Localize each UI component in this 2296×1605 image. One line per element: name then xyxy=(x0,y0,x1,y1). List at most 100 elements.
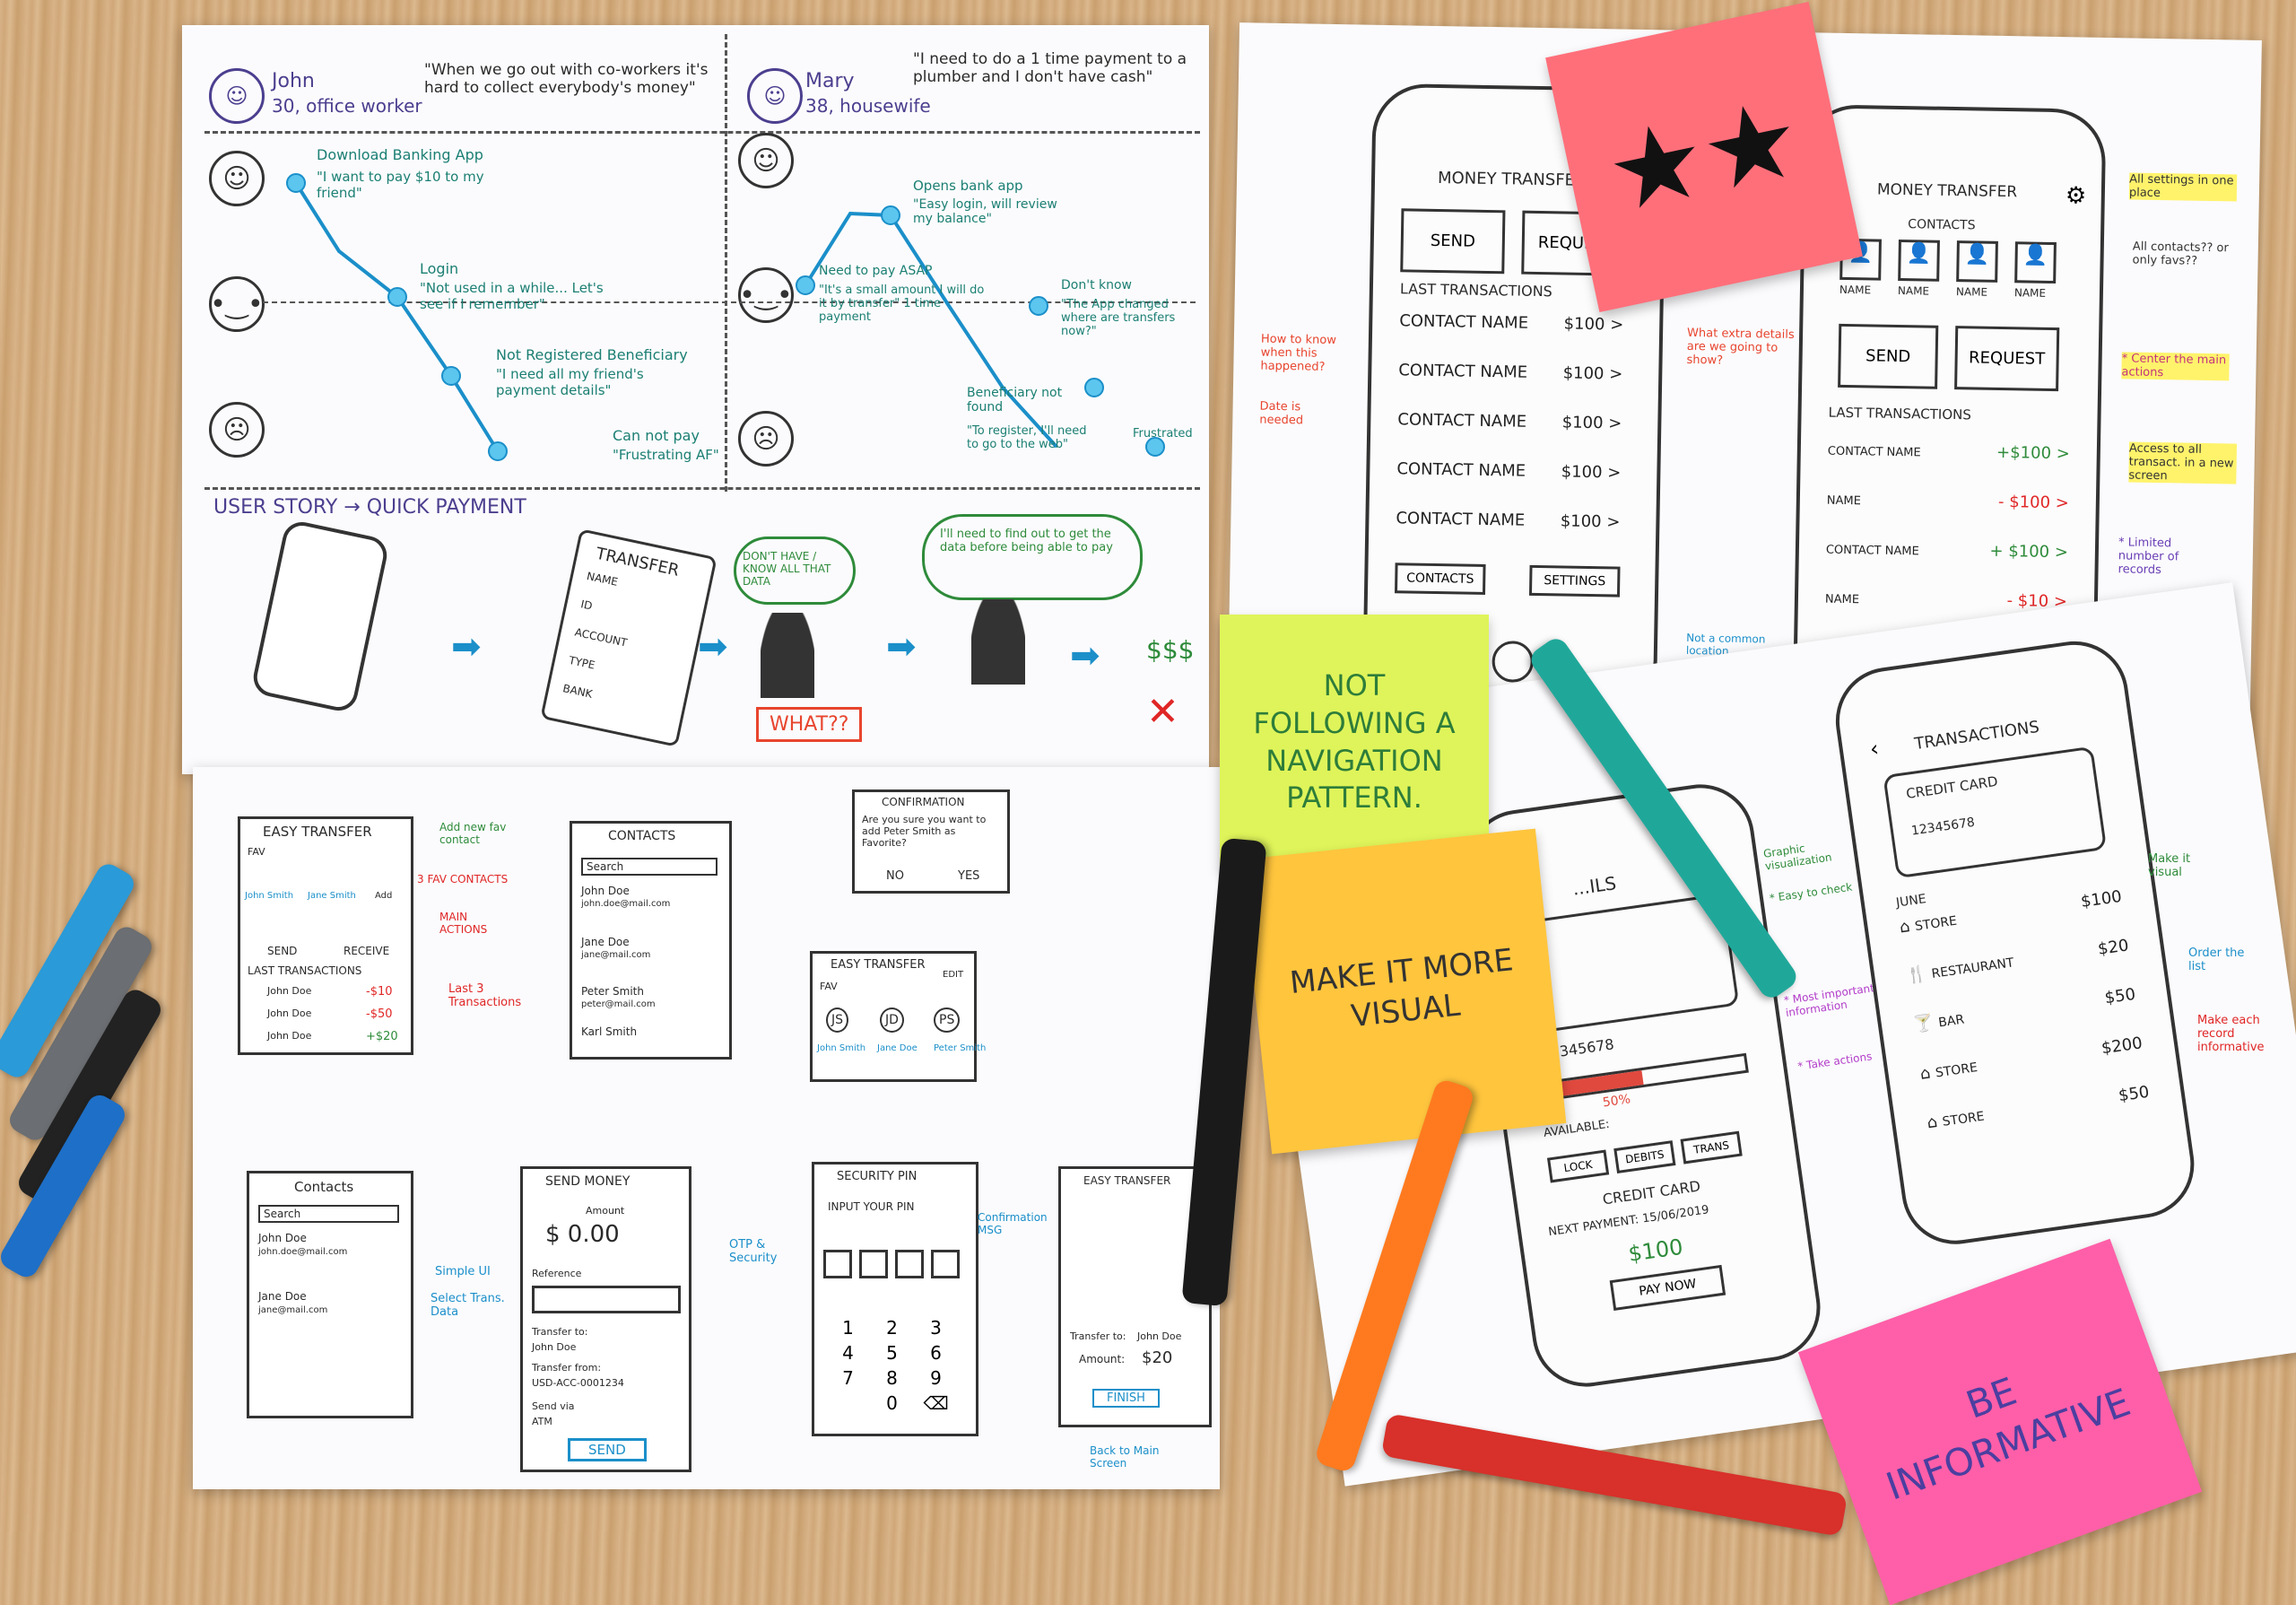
transaction-row[interactable]: CONTACT NAME +$100 > xyxy=(1828,441,2071,464)
pin-box xyxy=(859,1250,888,1278)
keypad-key[interactable]: 7 xyxy=(828,1367,868,1389)
add-fav-button[interactable]: Add xyxy=(375,891,392,901)
contact-name[interactable]: John Doe xyxy=(581,885,630,897)
fav-name: John Smith xyxy=(817,1043,866,1053)
fav-avatar[interactable]: PS xyxy=(934,1007,961,1033)
fav-avatar[interactable]: JS xyxy=(826,1007,849,1033)
send-button[interactable]: SEND xyxy=(267,945,297,957)
send-via-select[interactable]: ATM xyxy=(532,1416,552,1427)
request-label: REQUEST xyxy=(1968,348,2046,369)
transaction-row[interactable]: NAME - $100 > xyxy=(1826,490,2069,512)
amount: +$100 > xyxy=(1996,442,2071,464)
transaction-row[interactable]: CONTACT NAME $100 > xyxy=(1396,459,1621,482)
pay-now-button[interactable]: PAY NOW xyxy=(1609,1264,1726,1312)
transaction-row[interactable]: ⌂ STORE $200 xyxy=(1919,1034,2144,1084)
transaction-row[interactable]: ⌂ STORE $50 xyxy=(1926,1083,2150,1133)
send-label: SEND xyxy=(1430,231,1476,251)
debits-button[interactable]: DEBITS xyxy=(1613,1140,1676,1174)
send-button[interactable]: SEND xyxy=(1838,323,1939,389)
tab-label: CONTACTS xyxy=(1406,571,1474,587)
receive-button[interactable]: RECEIVE xyxy=(344,945,389,957)
annotation: Simple UI xyxy=(435,1265,491,1278)
contact-name[interactable]: Peter Smith xyxy=(581,985,644,998)
fav-name: Peter Smith xyxy=(934,1043,987,1053)
backspace-key[interactable]: ⌫ xyxy=(916,1392,956,1414)
transaction-row[interactable]: 🍸 BAR $50 xyxy=(1912,985,2136,1035)
send-button[interactable]: SEND xyxy=(568,1438,647,1461)
yes-button[interactable]: YES xyxy=(958,869,979,883)
request-button[interactable]: REQUEST xyxy=(1954,326,2060,392)
transaction-row[interactable]: ⌂ STORE $100 xyxy=(1899,887,2123,938)
reference-input[interactable] xyxy=(532,1286,681,1313)
tab-settings[interactable]: SETTINGS xyxy=(1528,564,1621,598)
search-input[interactable]: Search xyxy=(581,858,718,876)
edit-button[interactable]: EDIT xyxy=(943,970,963,980)
journey-step-title: Frustrated xyxy=(1133,427,1193,441)
pin-input[interactable] xyxy=(823,1250,960,1278)
fav-contact[interactable]: Jane Smith xyxy=(308,891,356,901)
thought-text: DON'T HAVE / KNOW ALL THAT DATA xyxy=(743,550,831,588)
sticky-note-text: NOT FOLLOWING A NAVIGATION PATTERN. xyxy=(1253,668,1456,816)
transaction-row[interactable]: 🍴 RESTAURANT $20 xyxy=(1905,936,2129,986)
contact-name[interactable]: Jane Doe xyxy=(581,936,630,948)
transaction-row[interactable]: NAME - $10 > xyxy=(1825,589,2067,611)
contact-avatar[interactable]: 👤 xyxy=(2014,241,2057,284)
fav-contact[interactable]: John Smith xyxy=(245,891,293,901)
bar-icon: 🍸 xyxy=(1911,1012,1940,1035)
journey-step-quote: "I want to pay $10 to my friend" xyxy=(317,169,484,201)
fav-avatar[interactable]: JD xyxy=(880,1007,904,1033)
keypad-key[interactable]: 3 xyxy=(916,1317,956,1339)
trans-button[interactable]: TRANS xyxy=(1680,1130,1743,1164)
search-input[interactable]: Search xyxy=(258,1205,399,1223)
transaction-row[interactable]: CONTACT NAME $100 > xyxy=(1399,311,1623,334)
screen-title: SECURITY PIN xyxy=(837,1170,918,1183)
contact-avatar[interactable]: 👤 xyxy=(1956,240,1998,283)
sticky-note-text: ★★ xyxy=(1596,75,1812,238)
lock-button[interactable]: LOCK xyxy=(1546,1149,1610,1183)
contact-name: NAME xyxy=(1826,493,1862,509)
keypad-key[interactable]: 8 xyxy=(872,1367,912,1389)
finish-button[interactable]: FINISH xyxy=(1092,1389,1160,1408)
keypad-key[interactable]: 6 xyxy=(916,1342,956,1364)
sticky-note-navigation: NOT FOLLOWING A NAVIGATION PATTERN. xyxy=(1220,615,1489,870)
transaction-row[interactable]: CONTACT NAME + $100 > xyxy=(1826,539,2068,563)
transaction-row[interactable]: CONTACT NAME $100 > xyxy=(1397,410,1622,432)
contact-avatar[interactable]: 👤 xyxy=(1898,239,1940,282)
send-button[interactable]: SEND xyxy=(1400,208,1506,275)
keypad-key[interactable]: 9 xyxy=(916,1367,956,1389)
sticky-note-text: MAKE IT MORE VISUAL xyxy=(1288,941,1516,1035)
contact-name: NAME xyxy=(1955,285,1988,299)
contact-name[interactable]: John Doe xyxy=(258,1232,307,1244)
keypad-key[interactable]: 4 xyxy=(828,1342,868,1364)
keypad-key[interactable]: 1 xyxy=(828,1317,868,1339)
last-transactions-label[interactable]: LAST TRANSACTIONS xyxy=(1828,405,1971,423)
contact-name[interactable]: Karl Smith xyxy=(581,1025,637,1038)
dialog-title: CONFIRMATION xyxy=(882,796,965,808)
contacts-screen: CONTACTS Search John Doe john.doe@mail.c… xyxy=(570,821,732,1060)
transfer-form-sketch: TRANSFER NAME ID ACCOUNT TYPE BANK xyxy=(540,528,718,747)
button-label: PAY NOW xyxy=(1638,1277,1698,1299)
annotation: * Center the main actions xyxy=(2121,352,2230,381)
no-button[interactable]: NO xyxy=(886,869,904,883)
amount-input[interactable]: $ 0.00 xyxy=(545,1221,620,1248)
annotation: Last 3 Transactions xyxy=(448,982,522,1009)
keypad-key[interactable]: 5 xyxy=(872,1342,912,1364)
restaurant-icon: 🍴 xyxy=(1905,964,1934,986)
contact-name[interactable]: Jane Doe xyxy=(258,1290,307,1303)
form-field-label: TYPE xyxy=(567,653,596,672)
back-arrow-icon[interactable]: ‹ xyxy=(1868,736,1880,762)
transfer-from-select[interactable]: USD-ACC-0001234 xyxy=(532,1377,624,1389)
form-field-label: ID xyxy=(579,598,594,613)
journey-step-title: Download Banking App xyxy=(317,146,483,163)
gear-icon[interactable]: ⚙ xyxy=(2066,182,2087,209)
transaction-row[interactable]: CONTACT NAME $100 > xyxy=(1398,361,1622,383)
security-pin-screen: SECURITY PIN INPUT YOUR PIN 1 2 3 4 5 6 … xyxy=(812,1162,978,1436)
journey-step-title: Login xyxy=(420,260,459,277)
transaction-row[interactable]: CONTACT NAME $100 > xyxy=(1396,509,1620,531)
keypad-key[interactable]: 2 xyxy=(872,1317,912,1339)
home-button[interactable] xyxy=(1492,641,1535,683)
month-label: JUNE xyxy=(1895,892,1927,911)
keypad-key[interactable]: 0 xyxy=(872,1392,912,1414)
tab-contacts[interactable]: CONTACTS xyxy=(1394,563,1486,595)
send-money-screen: SEND MONEY Amount $ 0.00 Reference Trans… xyxy=(520,1166,691,1472)
